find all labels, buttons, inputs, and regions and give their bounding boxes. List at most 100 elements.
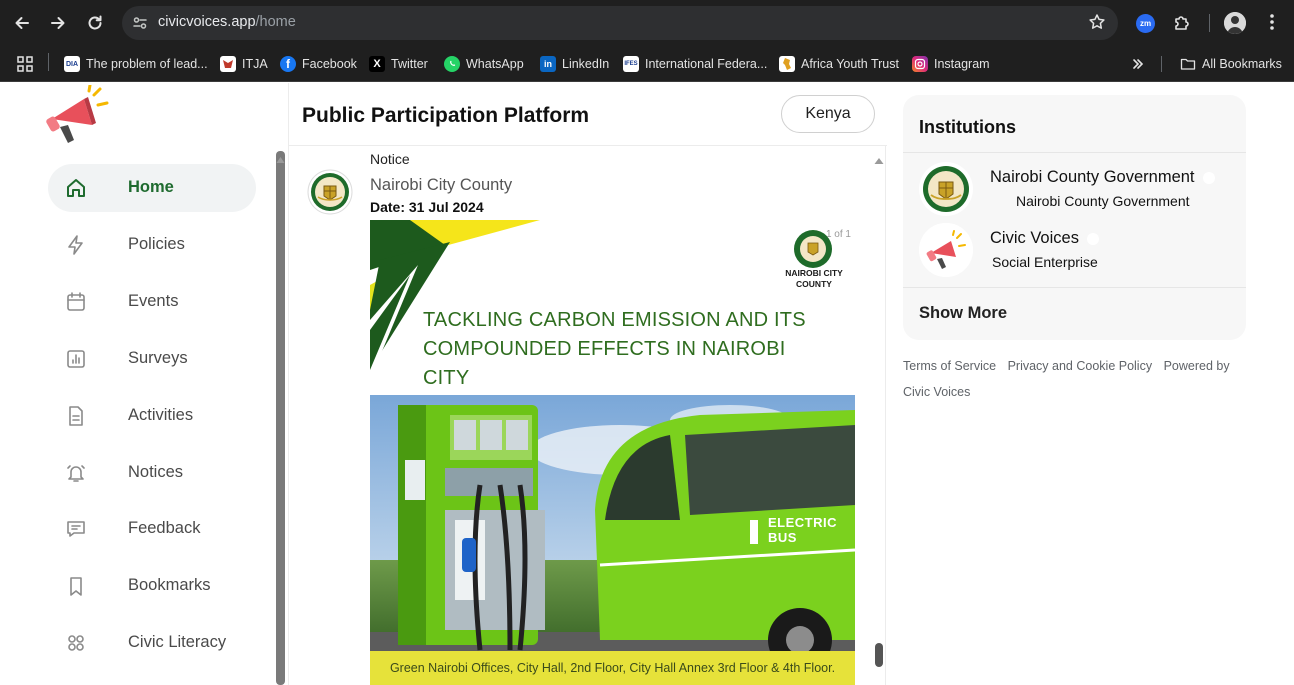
bookmark-icon xyxy=(64,574,88,598)
terms-link[interactable]: Terms of Service xyxy=(903,359,996,373)
institution-item-civic-voices[interactable]: Civic Voices Social Enterprise xyxy=(919,223,1239,279)
show-more-link[interactable]: Show More xyxy=(919,304,1007,323)
bolt-icon xyxy=(64,233,88,257)
back-button[interactable] xyxy=(9,10,35,36)
toolbar-separator xyxy=(1209,14,1210,32)
bookmark-label: Africa Youth Trust xyxy=(801,57,899,71)
sidebar-item-surveys[interactable]: Surveys xyxy=(48,335,256,383)
reload-button[interactable] xyxy=(82,10,108,36)
bookmark-itja[interactable]: ITJA xyxy=(220,54,268,74)
bookmark-africa-youth-trust[interactable]: Africa Youth Trust xyxy=(779,54,899,74)
bookmark-label: Facebook xyxy=(302,57,357,71)
bookmark-label: Twitter xyxy=(391,57,428,71)
address-bar[interactable]: civicvoices.app/home xyxy=(122,6,1118,40)
institution-subtitle: Nairobi County Government xyxy=(1016,193,1190,209)
poster-org-line-1: NAIROBI CITY xyxy=(785,268,843,278)
sidebar-item-civic-literacy[interactable]: Civic Literacy xyxy=(48,619,256,667)
poster-org-name: NAIROBI CITY COUNTY xyxy=(779,268,849,290)
post-feed[interactable]: Notice Nairobi City County Date: 31 Jul … xyxy=(289,147,887,685)
institution-name: Civic Voices xyxy=(990,229,1099,248)
sidebar-item-label: Surveys xyxy=(128,349,188,367)
bookmark-international-federation[interactable]: IFES International Federa... xyxy=(623,54,767,74)
bookmark-instagram[interactable]: Instagram xyxy=(912,54,990,74)
civic-voices-logo[interactable] xyxy=(44,83,110,147)
africa-youth-trust-icon xyxy=(779,56,795,72)
sidebar-item-label: Activities xyxy=(128,406,194,424)
poster-footer-text: Green Nairobi Offices, City Hall, 2nd Fl… xyxy=(370,651,855,685)
poster-title: TACKLING CARBON EMISSION AND ITS COMPOUN… xyxy=(423,306,823,393)
sidebar: Home Policies Events Surveys Activities xyxy=(0,83,276,685)
document-icon xyxy=(64,404,88,428)
sidebar-item-policies[interactable]: Policies xyxy=(48,221,256,269)
bookmark-whatsapp[interactable]: WhatsApp xyxy=(444,54,524,74)
privacy-link[interactable]: Privacy and Cookie Policy xyxy=(1008,359,1153,373)
bookmark-problem-of-lead[interactable]: DIA The problem of lead... xyxy=(64,54,208,74)
zoom-extension-icon[interactable]: zm xyxy=(1136,14,1155,33)
bookmark-facebook[interactable]: f Facebook xyxy=(280,54,357,74)
bar-chart-icon xyxy=(64,347,88,371)
feed-scroll-up-icon[interactable] xyxy=(874,152,884,170)
post-type-label: Notice xyxy=(370,151,410,167)
bookmarks-bar: DIA The problem of lead... ITJA f Facebo… xyxy=(0,46,1294,82)
sidebar-item-activities[interactable]: Activities xyxy=(48,392,256,440)
civic-voices-megaphone-icon xyxy=(919,223,973,277)
bookmark-label: International Federa... xyxy=(645,57,768,71)
institutions-card: Institutions Nairobi County Government N… xyxy=(903,95,1246,340)
civic-voices-page: Home Policies Events Surveys Activities xyxy=(0,83,1294,685)
more-bookmarks-chevron-icon[interactable] xyxy=(1131,54,1145,74)
sidebar-item-notices[interactable]: Notices xyxy=(48,449,256,497)
whatsapp-icon xyxy=(444,56,460,72)
status-dot xyxy=(1202,171,1215,184)
sidebar-item-label: Home xyxy=(128,178,174,196)
extensions-puzzle-icon[interactable] xyxy=(1172,13,1192,38)
sidebar-item-label: Bookmarks xyxy=(128,576,211,594)
poster-title-line-3: CITY xyxy=(423,367,470,389)
main-feed-column: Public Participation Platform Kenya Noti… xyxy=(288,83,887,685)
nairobi-county-avatar[interactable] xyxy=(307,169,353,215)
poster-county-seal-icon xyxy=(793,229,833,269)
sidebar-item-label: Notices xyxy=(128,463,184,481)
page-title: Public Participation Platform xyxy=(302,104,590,127)
sidebar-item-label: Feedback xyxy=(128,519,201,537)
profile-avatar[interactable] xyxy=(1224,12,1246,34)
sidebar-scrollbar[interactable] xyxy=(276,151,285,685)
apps-grid-icon[interactable] xyxy=(16,54,34,74)
sidebar-item-label: Policies xyxy=(128,235,185,253)
post-date: Date: 31 Jul 2024 xyxy=(370,199,484,215)
sidebar-scroll-up-icon[interactable] xyxy=(276,151,285,163)
institution-subtitle: Social Enterprise xyxy=(992,254,1098,270)
sidebar-item-label: Civic Literacy xyxy=(128,633,227,651)
country-selector-button[interactable]: Kenya xyxy=(781,95,875,133)
feed-scrollbar-thumb[interactable] xyxy=(875,643,883,667)
bookmarks-separator xyxy=(1161,56,1162,72)
all-bookmarks-button[interactable]: All Bookmarks xyxy=(1180,54,1282,74)
sidebar-item-bookmarks[interactable]: Bookmarks xyxy=(48,562,256,610)
bookmark-label: The problem of lead... xyxy=(86,57,208,71)
url-host: civicvoices.app xyxy=(158,14,256,30)
institution-name-text: Civic Voices xyxy=(990,229,1079,247)
chat-icon xyxy=(64,517,88,541)
site-settings-icon[interactable] xyxy=(128,11,152,35)
itja-icon xyxy=(220,56,236,72)
sidebar-item-events[interactable]: Events xyxy=(48,278,256,326)
poster-org-line-2: COUNTY xyxy=(796,279,832,289)
forward-button[interactable] xyxy=(45,10,71,36)
x-icon: X xyxy=(369,56,385,72)
bookmark-linkedin[interactable]: in LinkedIn xyxy=(540,54,609,74)
post-author[interactable]: Nairobi City County xyxy=(370,176,512,195)
sidebar-item-feedback[interactable]: Feedback xyxy=(48,505,256,553)
home-icon xyxy=(64,176,88,200)
url-text[interactable]: civicvoices.app/home xyxy=(158,14,296,30)
bookmark-star-icon[interactable] xyxy=(1088,13,1106,36)
bookmark-twitter[interactable]: X Twitter xyxy=(369,54,428,74)
notice-poster-image[interactable]: 1 of 1 NAIROBI CITY COUNTY TACKLING CARB… xyxy=(370,220,855,685)
status-dot xyxy=(1086,232,1099,245)
poster-title-line-1: TACKLING CARBON EMISSION AND ITS xyxy=(423,309,806,331)
bookmarks-apps-separator xyxy=(48,53,49,71)
sidebar-item-home[interactable]: Home xyxy=(48,164,256,212)
browser-menu-icon[interactable] xyxy=(1262,12,1282,37)
bookmark-label: ITJA xyxy=(242,57,268,71)
institution-item-nairobi[interactable]: Nairobi County Government Nairobi County… xyxy=(919,162,1239,218)
instagram-icon xyxy=(912,56,928,72)
nairobi-county-seal-icon xyxy=(919,162,973,216)
